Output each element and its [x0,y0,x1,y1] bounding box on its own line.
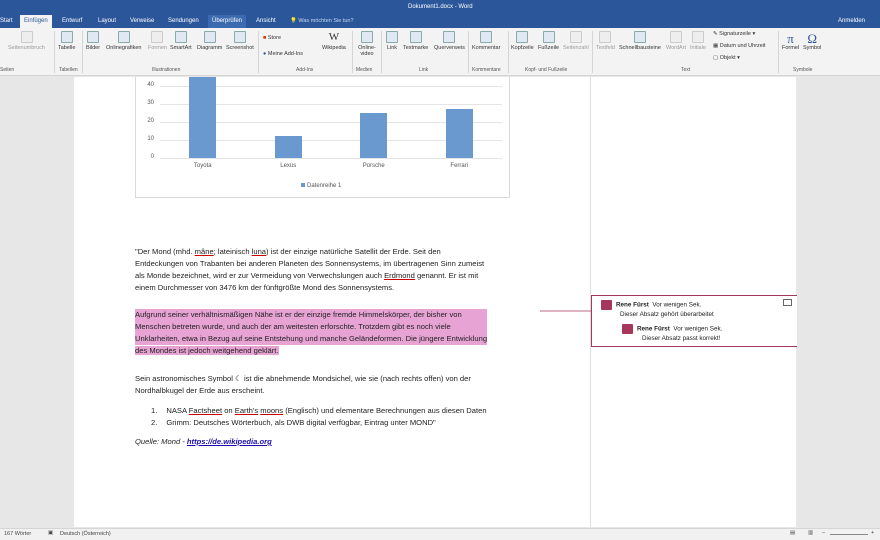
status-bar: 167 Wörter ▣ Deutsch (Österreich) ▤ ▥ − … [0,528,880,540]
comment-thread[interactable]: Rene Fürst Vor wenigen Sek. Dieser Absat… [591,295,797,347]
web-layout-icon[interactable]: ▥ [808,530,813,536]
print-layout-icon[interactable]: ▤ [790,530,795,536]
zoom-slider[interactable] [830,534,868,535]
reply-icon[interactable] [783,299,792,306]
language-indicator[interactable]: Deutsch (Österreich) [60,531,111,537]
comment-2[interactable]: Rene Fürst Vor wenigen Sek. [622,324,722,334]
avatar [601,300,612,310]
comment-1-text: Dieser Absatz gehört überarbeitet [620,311,714,318]
comment-connector [540,310,591,312]
word-count[interactable]: 167 Wörter [4,531,31,537]
comment-1[interactable]: Rene Fürst Vor wenigen Sek. [601,300,701,310]
proofing-icon[interactable]: ▣ [48,530,53,536]
comment-2-text[interactable]: Dieser Absatz passt korrekt! [642,335,720,342]
zoom-in-icon[interactable]: + [871,530,874,536]
avatar [622,324,633,334]
zoom-out-icon[interactable]: − [822,530,825,536]
